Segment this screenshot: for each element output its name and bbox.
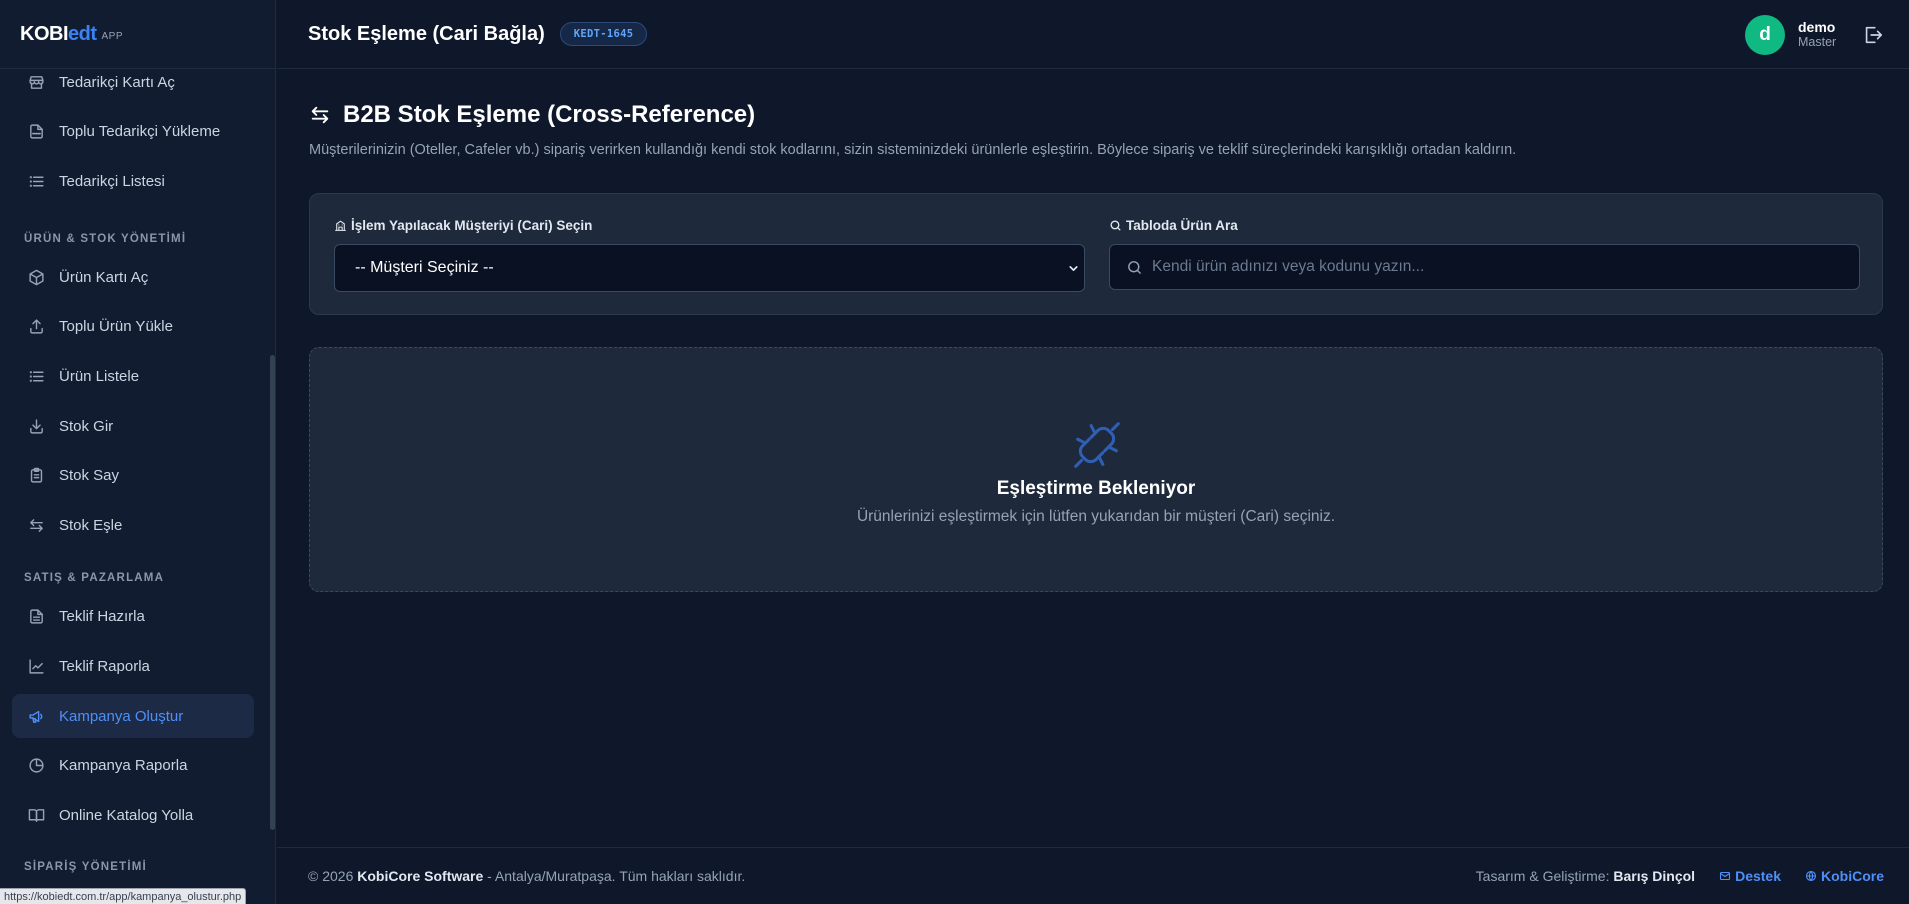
list-icon [29, 175, 44, 187]
sidebar-item-kampanya-raporla[interactable]: Kampanya Raporla [12, 743, 254, 787]
footer: © 2026 KobiCore Software - Antalya/Murat… [277, 847, 1909, 904]
sidebar-item-tedarikci-karti-ac[interactable]: Tedarikçi Kartı Aç [12, 69, 254, 104]
chevron-down-icon [1069, 266, 1078, 271]
sidebar-item-label: Ürün Listele [59, 367, 140, 385]
empty-state-description: Ürünlerinizi eşleştirmek için lütfen yuk… [856, 508, 1336, 525]
company-name: KobiCore Software [357, 868, 484, 884]
sidebar-item-label: Teklif Raporla [59, 657, 150, 675]
copyright-suffix: - Antalya/Muratpaşa. Tüm hakları saklıdı… [487, 868, 746, 884]
globe-icon [1805, 870, 1817, 882]
browser-status-url: https://kobiedt.com.tr/app/kampanya_olus… [0, 888, 247, 904]
user-menu[interactable]: d demo Master [1745, 15, 1884, 55]
sidebar-item-label: Toplu Ürün Yükle [59, 317, 173, 335]
header-title: Stok Eşleme (Cari Bağla) [308, 22, 545, 45]
empty-state-title: Eşleştirme Bekleniyor [996, 478, 1196, 499]
sidebar-item-label: Stok Gir [59, 417, 114, 435]
download-icon [30, 418, 43, 434]
brand-logo[interactable]: KOBI edt APP [0, 0, 275, 69]
support-link-text: Destek [1735, 868, 1781, 884]
sidebar-item-label: Stok Say [59, 466, 120, 484]
search-icon [1110, 220, 1121, 231]
customer-label-text: İşlem Yapılacak Müşteriyi (Cari) Seçin [351, 218, 593, 233]
footer-copyright: © 2026 KobiCore Software - Antalya/Murat… [308, 868, 745, 884]
sidebar-item-teklif-raporla[interactable]: Teklif Raporla [12, 644, 254, 688]
customer-select-value: -- Müşteri Seçiniz -- [355, 259, 494, 276]
sidebar-item-label: Stok Eşle [59, 516, 123, 534]
document-icon [30, 608, 43, 624]
sidebar: KOBI edt APP Tedarikçi Kartı Aç Toplu Teda… [0, 0, 276, 904]
sidebar-item-toplu-tedarikci-yukleme[interactable]: Toplu Tedarikçi Yükleme [12, 109, 254, 153]
section-label-satis: SATIŞ & PAZARLAMA [24, 572, 165, 584]
arrows-swap-icon [311, 106, 329, 124]
design-label: Tasarım & Geliştirme: [1475, 868, 1610, 884]
top-header: Stok Eşleme (Cari Bağla) KEDT-1645 d dem… [277, 0, 1909, 69]
sidebar-nav: Tedarikçi Kartı Aç Toplu Tedarikçi Yükle… [0, 69, 270, 904]
empty-state-card: Eşleştirme Bekleniyor Ürünlerinizi eşleş… [309, 347, 1883, 592]
sidebar-item-toplu-urun-yukle[interactable]: Toplu Ürün Yükle [12, 304, 254, 348]
search-label: Tabloda Ürün Ara [1109, 218, 1238, 233]
search-label-text: Tabloda Ürün Ara [1126, 218, 1238, 233]
upload-icon [30, 318, 43, 334]
search-icon [1128, 260, 1141, 274]
list-icon [29, 370, 44, 382]
search-field[interactable] [1109, 244, 1860, 290]
mail-icon [1720, 871, 1731, 881]
search-input[interactable] [1152, 258, 1832, 276]
designer-name: Barış Dinçol [1613, 868, 1696, 884]
user-name: demo [1798, 19, 1836, 36]
sidebar-item-label: Tedarikçi Listesi [59, 172, 165, 190]
main-content: B2B Stok Eşleme (Cross-Reference) Müşter… [277, 70, 1909, 847]
sidebar-item-label: Kampanya Oluştur [59, 707, 184, 725]
user-info: demo Master [1798, 20, 1842, 49]
store-icon [29, 75, 44, 89]
section-label-urun-stok: ÜRÜN & STOK YÖNETİMİ [24, 233, 187, 245]
sidebar-item-tedarikci-listesi[interactable]: Tedarikçi Listesi [12, 159, 254, 203]
user-role: Master [1798, 34, 1837, 49]
sidebar-item-stok-esle[interactable]: Stok Eşle [12, 503, 254, 547]
kobicore-link[interactable]: KobiCore [1805, 868, 1884, 884]
customer-select-label: İşlem Yapılacak Müşteriyi (Cari) Seçin [334, 218, 592, 233]
license-badge: KEDT-1645 [559, 22, 648, 46]
megaphone-icon [29, 710, 43, 723]
line-chart-icon [29, 658, 44, 674]
brand-suffix: APP [101, 31, 124, 42]
sidebar-scrollbar[interactable] [270, 355, 275, 830]
book-open-icon [28, 808, 45, 822]
avatar[interactable]: d [1745, 15, 1785, 55]
pie-chart-icon [29, 757, 44, 773]
sidebar-item-teklif-hazirla[interactable]: Teklif Hazırla [12, 594, 254, 638]
filter-card: İşlem Yapılacak Müşteriyi (Cari) Seçin -… [309, 193, 1883, 315]
copyright-year: © 2026 [308, 868, 354, 884]
logout-icon[interactable] [1862, 24, 1884, 46]
sidebar-item-urun-listele[interactable]: Ürün Listele [12, 354, 254, 398]
arrows-swap-icon [30, 518, 43, 532]
page-description: Müşterilerinizin (Oteller, Cafeler vb.) … [309, 142, 1517, 158]
sidebar-item-label: Teklif Hazırla [59, 607, 145, 625]
sidebar-item-label: Kampanya Raporla [59, 756, 188, 774]
sidebar-item-stok-say[interactable]: Stok Say [12, 453, 254, 497]
page-title: B2B Stok Eşleme (Cross-Reference) [309, 101, 755, 129]
clipboard-icon [30, 467, 43, 483]
sidebar-item-label: Ürün Kartı Aç [59, 268, 149, 286]
sidebar-item-label: Tedarikçi Kartı Aç [59, 73, 175, 91]
page-title-text: B2B Stok Eşleme (Cross-Reference) [343, 101, 756, 128]
section-label-siparis: SİPARİŞ YÖNETİMİ [24, 861, 147, 873]
customer-select[interactable]: -- Müşteri Seçiniz -- [334, 244, 1085, 292]
sidebar-item-label: Toplu Tedarikçi Yükleme [59, 122, 221, 140]
sidebar-item-stok-gir[interactable]: Stok Gir [12, 404, 254, 448]
kobicore-link-text: KobiCore [1821, 868, 1884, 884]
sidebar-item-online-katalog-yolla[interactable]: Online Katalog Yolla [12, 793, 254, 837]
sidebar-item-urun-karti-ac[interactable]: Ürün Kartı Aç [12, 255, 254, 299]
building-icon [335, 220, 346, 231]
brand-part1: KOBI [20, 22, 69, 45]
box-icon [29, 269, 44, 285]
brand-part2: edt [68, 22, 97, 45]
footer-right: Tasarım & Geliştirme: Barış Dinçol Deste… [1476, 868, 1884, 884]
plug-disconnected-icon [1074, 422, 1120, 468]
support-link[interactable]: Destek [1719, 868, 1781, 884]
sidebar-item-kampanya-olustur[interactable]: Kampanya Oluştur [12, 694, 254, 738]
sidebar-item-label: Online Katalog Yolla [59, 806, 194, 824]
csv-file-icon [30, 123, 43, 139]
